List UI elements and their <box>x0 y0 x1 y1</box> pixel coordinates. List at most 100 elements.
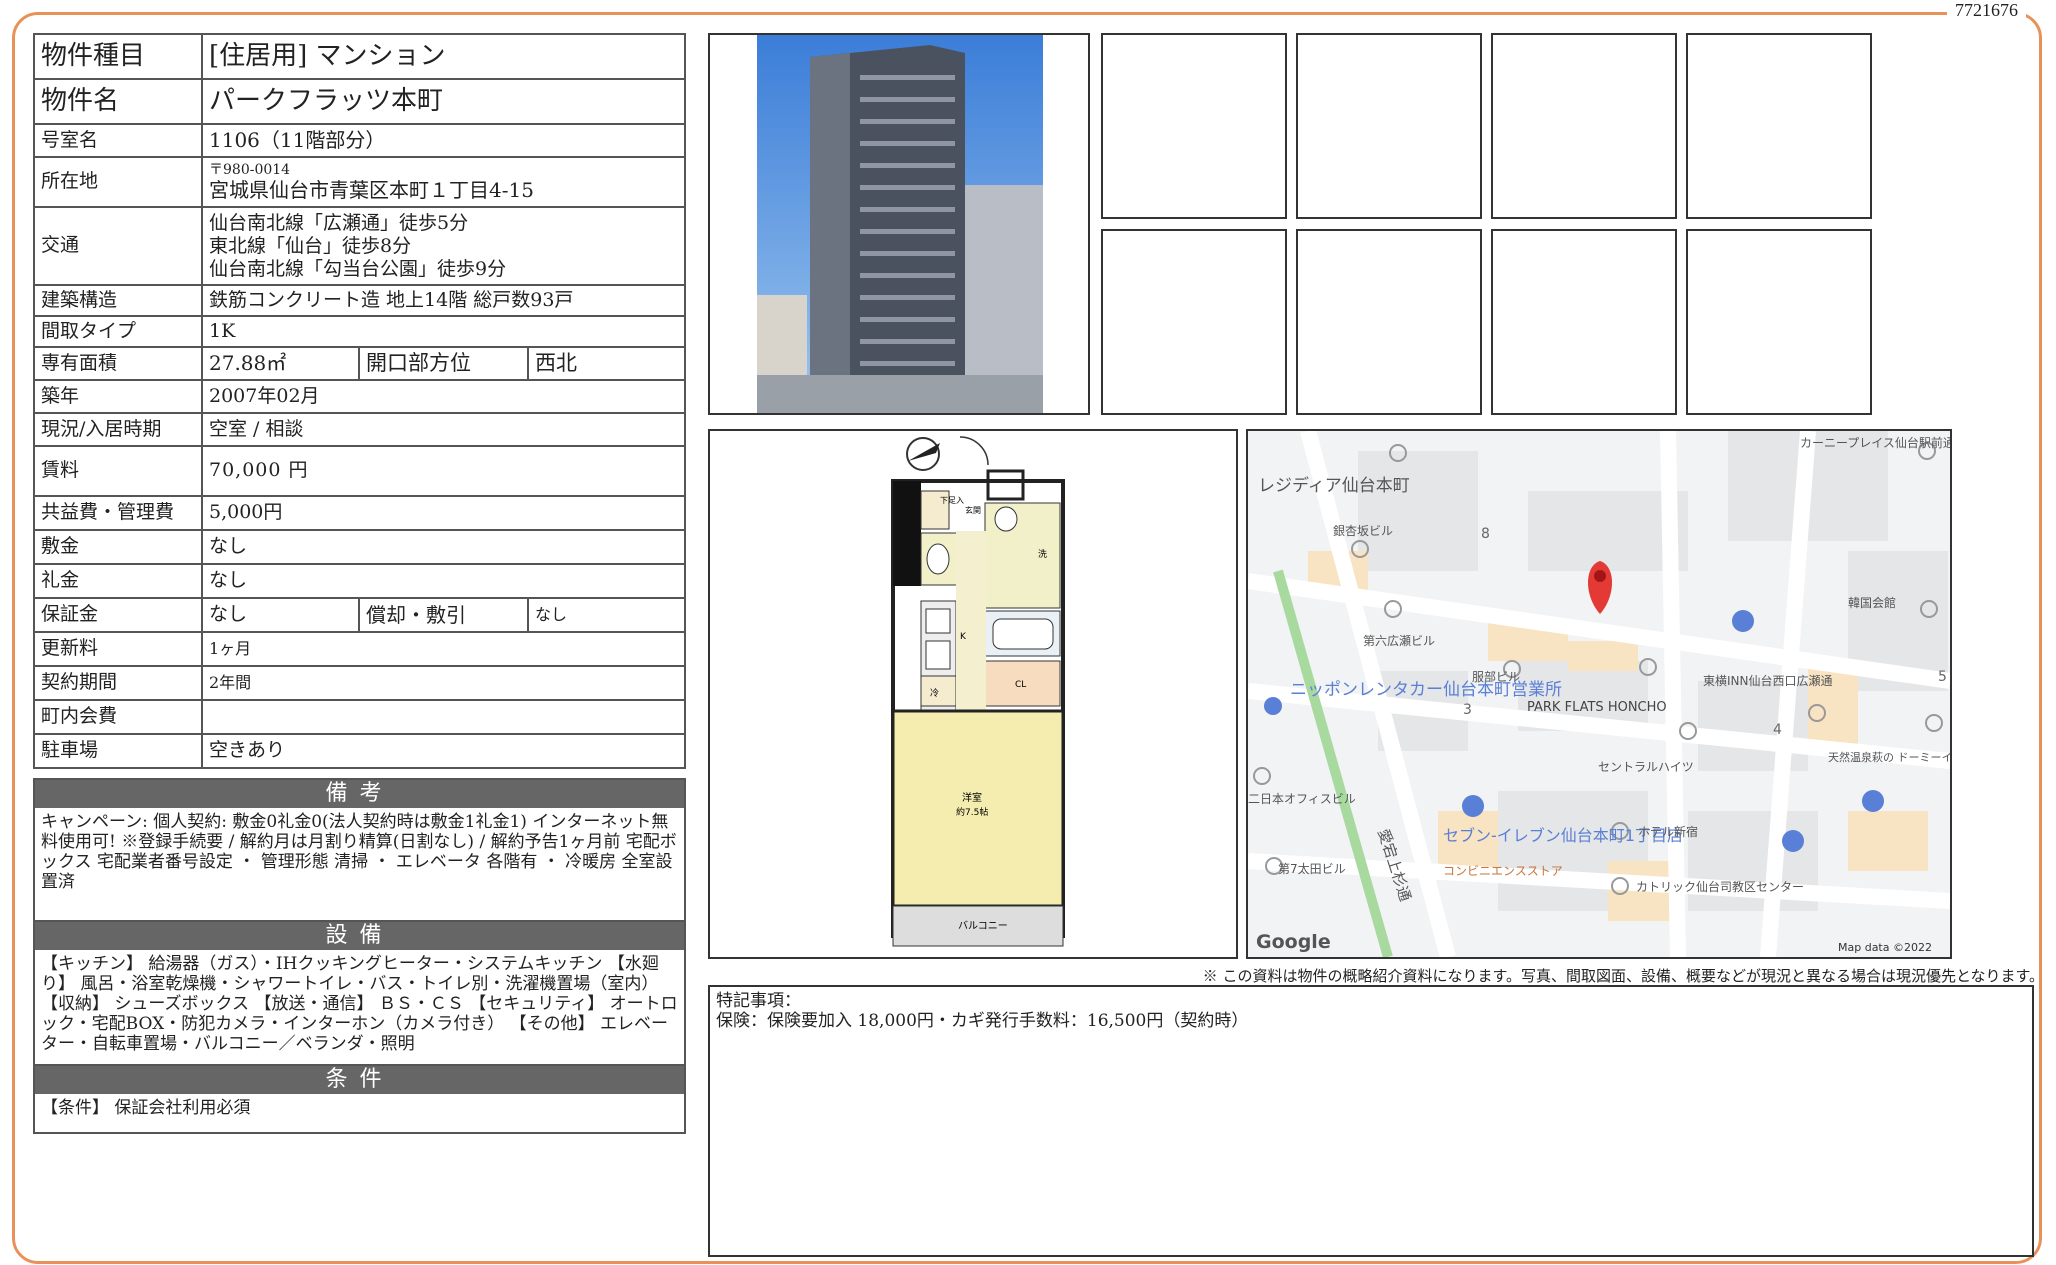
conditions-section: 条件 【条件】 保証会社利用必須 <box>33 1064 686 1134</box>
built-value: 2007年02月 <box>201 379 686 414</box>
map-label: 銀杏坂ビル <box>1333 524 1393 538</box>
community-value <box>201 699 686 735</box>
row-layout: 間取タイプ 1K <box>33 315 686 348</box>
status-value: 空室 / 相談 <box>201 412 686 447</box>
deposit-value: なし <box>201 529 686 565</box>
row-contract: 契約期間 2年間 <box>33 665 686 701</box>
floorplan-label: CL <box>1015 680 1026 690</box>
map-label: セントラルハイツ <box>1598 760 1694 774</box>
rent-value: 70,000 円 <box>201 445 686 497</box>
equipment-section: 設備 【キッチン】 給湯器（ガス）・IHクッキングヒーター・システムキッチン 【… <box>33 920 686 1066</box>
status-label: 現況/入居時期 <box>33 412 203 447</box>
map-label: 天然温泉萩の ドーミーイン仙台駅 <box>1828 750 1950 764</box>
parking-label: 駐車場 <box>33 733 203 769</box>
fee-label: 共益費・管理費 <box>33 495 203 531</box>
photo-thumbnail[interactable] <box>1296 33 1482 219</box>
map-label: 8 <box>1481 526 1490 542</box>
deposit-label: 敷金 <box>33 529 203 565</box>
guarantee-label: 保証金 <box>33 597 203 633</box>
row-rent: 賃料 70,000 円 <box>33 445 686 497</box>
row-type: 物件種目 [住居用] マンション <box>33 33 686 80</box>
row-transit: 交通 仙台南北線「広瀬通」徒歩5分 東北線「仙台」徒歩8分 仙台南北線「勾当台公… <box>33 206 686 286</box>
map-label: コンビニエンスストア <box>1443 864 1563 878</box>
map-attribution: Map data ©2022 <box>1838 941 1932 954</box>
row-room: 号室名 1106（11階部分） <box>33 123 686 158</box>
row-fee: 共益費・管理費 5,000円 <box>33 495 686 531</box>
conditions-text: 【条件】 保証会社利用必須 <box>41 1098 251 1118</box>
floorplan-label: バルコニー <box>958 920 1008 932</box>
map-label: PARK FLATS HONCHO <box>1527 700 1667 715</box>
rent-label: 賃料 <box>33 445 203 497</box>
floorplan-label: 洋室 <box>962 791 982 804</box>
contract-label: 契約期間 <box>33 665 203 701</box>
area-value: 27.88㎡ <box>201 346 360 381</box>
map-label: 東横INN仙台西口広瀬通 <box>1703 673 1833 688</box>
layout-label: 間取タイプ <box>33 315 203 348</box>
map-label: カトリック仙台司教区センター <box>1636 879 1804 894</box>
building-photo-frame <box>708 33 1090 415</box>
map-label: 第7太田ビル <box>1278 861 1346 876</box>
built-label: 築年 <box>33 379 203 414</box>
row-key-money: 礼金 なし <box>33 563 686 599</box>
floorplan-label: 冷 <box>930 687 939 699</box>
map-label: ホテル新宿 <box>1638 824 1698 839</box>
floorplan-label: 玄関 <box>965 505 981 515</box>
photo-thumbnail[interactable] <box>1686 33 1872 219</box>
conditions-title: 条件 <box>35 1066 684 1094</box>
row-community: 町内会費 <box>33 699 686 735</box>
key-money-label: 礼金 <box>33 563 203 599</box>
google-logo: Google <box>1256 931 1331 953</box>
area-label: 専有面積 <box>33 346 203 381</box>
address-cell: 〒980-0014 宮城県仙台市青葉区本町１丁目4-15 <box>201 156 686 208</box>
row-deposit: 敷金 なし <box>33 529 686 565</box>
name-label: 物件名 <box>33 78 203 125</box>
row-name: 物件名 パークフラッツ本町 <box>33 78 686 125</box>
equipment-title: 設備 <box>35 922 684 950</box>
address-label: 所在地 <box>33 156 203 208</box>
special-notes-box: 特記事項： 保険：保険要加入 18,000円・カギ発行手数料：16,500円（契… <box>708 985 2034 1257</box>
compass-icon <box>906 437 940 471</box>
photo-thumbnail[interactable] <box>1491 229 1677 415</box>
map-label: 3 <box>1463 702 1472 718</box>
floorplan-frame: 下足入 玄関 洗 K 冷 CL 洋室 約7.5帖 バルコニー <box>708 429 1238 959</box>
amort-label: 償却・敷引 <box>358 597 529 633</box>
type-label: 物件種目 <box>33 33 203 80</box>
photo-thumbnail[interactable] <box>1296 229 1482 415</box>
map-label: 5 <box>1938 669 1947 685</box>
map[interactable]: レジディア仙台本町 銀杏坂ビル 第六広瀬ビル 服部ビル PARK FLATS H… <box>1248 431 1950 957</box>
transit-line: 東北線「仙台」徒歩8分 <box>209 234 412 257</box>
transit-line: 仙台南北線「広瀬通」徒歩5分 <box>209 211 469 234</box>
photo-thumbnail[interactable] <box>1491 33 1677 219</box>
photo-thumbnail[interactable] <box>1101 33 1287 219</box>
map-label: レジディア仙台本町 <box>1258 475 1410 496</box>
renewal-label: 更新料 <box>33 631 203 667</box>
transit-cell: 仙台南北線「広瀬通」徒歩5分 東北線「仙台」徒歩8分 仙台南北線「勾当台公園」徒… <box>201 206 686 286</box>
address-value: 宮城県仙台市青葉区本町１丁目4-15 <box>209 177 534 202</box>
special-notes-text: 保険：保険要加入 18,000円・カギ発行手数料：16,500円（契約時） <box>716 1011 1249 1031</box>
structure-value: 鉄筋コンクリート造 地上14階 総戸数93戸 <box>201 284 686 317</box>
guarantee-value: なし <box>201 597 360 633</box>
room-label: 号室名 <box>33 123 203 158</box>
renewal-value: 1ヶ月 <box>201 631 686 667</box>
floorplan-label: 約7.5帖 <box>956 806 988 818</box>
photo-thumbnail[interactable] <box>1101 229 1287 415</box>
layout-value: 1K <box>201 315 686 348</box>
fee-value: 5,000円 <box>201 495 686 531</box>
building-photo <box>757 35 1043 413</box>
floorplan-label: 下足入 <box>940 496 964 505</box>
property-info-table: 物件種目 [住居用] マンション 物件名 パークフラッツ本町 号室名 1106（… <box>33 33 686 769</box>
room-value: 1106（11階部分） <box>201 123 686 158</box>
transit-label: 交通 <box>33 206 203 286</box>
direction-value: 西北 <box>527 346 686 381</box>
document-id: 7721676 <box>1947 0 2026 21</box>
map-label: ニッポンレンタカー仙台本町営業所 <box>1290 680 1562 700</box>
remarks-title: 備考 <box>35 780 684 808</box>
photo-thumbnail[interactable] <box>1686 229 1872 415</box>
amort-value: なし <box>527 597 686 633</box>
row-address: 所在地 〒980-0014 宮城県仙台市青葉区本町１丁目4-15 <box>33 156 686 208</box>
direction-label: 開口部方位 <box>358 346 529 381</box>
map-frame[interactable]: レジディア仙台本町 銀杏坂ビル 第六広瀬ビル 服部ビル PARK FLATS H… <box>1246 429 1952 959</box>
map-label: 韓国会館 <box>1848 595 1896 610</box>
row-built: 築年 2007年02月 <box>33 379 686 414</box>
row-status: 現況/入居時期 空室 / 相談 <box>33 412 686 447</box>
